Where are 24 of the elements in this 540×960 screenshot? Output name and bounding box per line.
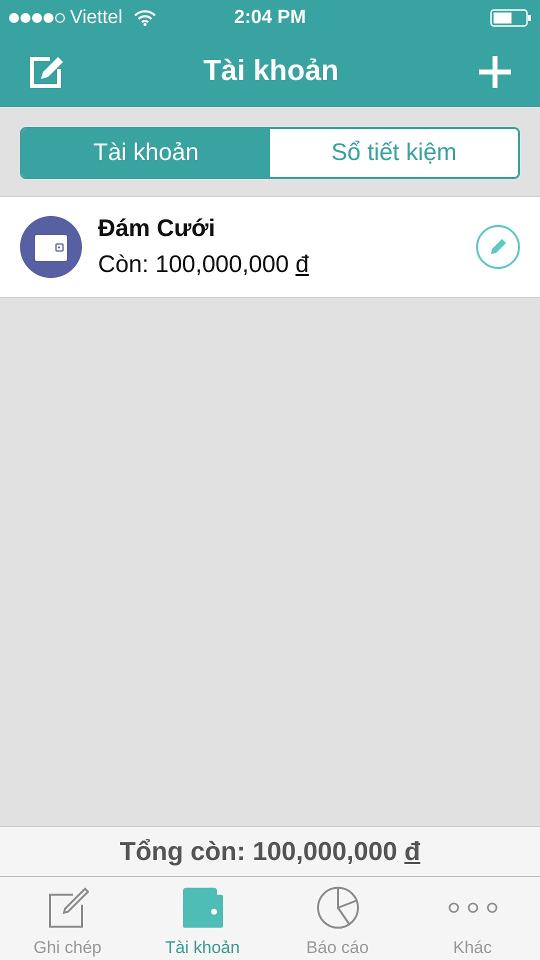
pencil-icon <box>489 238 507 256</box>
total-balance: Tổng còn: 100,000,000 đ <box>0 826 540 877</box>
wallet-icon <box>182 885 224 930</box>
account-row[interactable]: Đám Cưới Còn: 100,000,000 đ <box>0 196 540 298</box>
account-balance: Còn: 100,000,000 đ <box>98 250 310 280</box>
add-icon[interactable] <box>478 54 512 88</box>
edit-button[interactable] <box>476 225 520 269</box>
segment-tab[interactable]: Tài khoản <box>22 129 270 177</box>
compose-icon[interactable] <box>30 56 64 88</box>
note-icon <box>46 885 88 930</box>
wallet-icon <box>20 216 82 278</box>
more-icon <box>446 902 500 914</box>
screen-title: Tài khoản <box>203 54 339 89</box>
pie-chart-icon <box>316 885 360 930</box>
tab-bar-item[interactable]: Tài khoản <box>135 877 270 960</box>
account-name: Đám Cưới <box>98 214 216 244</box>
tab-bar-item[interactable]: Ghi chép <box>0 877 135 960</box>
carrier-name: Viettel <box>70 6 122 30</box>
wifi-icon <box>134 10 156 26</box>
tab-bar-item[interactable]: Báo cáo <box>270 877 405 960</box>
signal-icon <box>8 12 66 24</box>
status-time: 2:04 PM <box>234 6 306 30</box>
battery-icon <box>490 9 532 27</box>
tab-bar-item[interactable]: Khác <box>405 877 540 960</box>
